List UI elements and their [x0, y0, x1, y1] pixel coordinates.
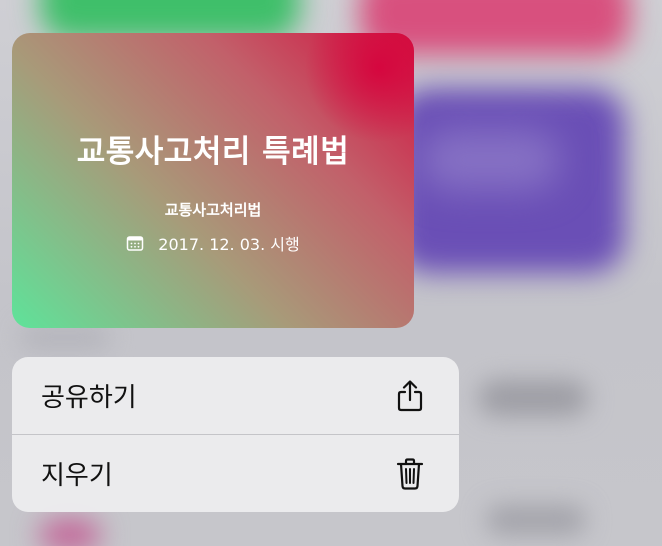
background-text-blur	[20, 325, 110, 350]
background-card-pink-small	[40, 520, 100, 546]
effective-date-row: 2017. 12. 03. 시행	[12, 231, 414, 255]
delete-menu-label: 지우기	[41, 461, 113, 491]
calendar-icon	[126, 234, 144, 252]
share-menu-label: 공유하기	[41, 383, 137, 413]
share-icon	[395, 379, 425, 413]
context-menu: 공유하기 지우기	[12, 357, 459, 512]
delete-menu-item[interactable]: 지우기	[12, 435, 459, 512]
background-text-blur	[486, 505, 586, 535]
law-title: 교통사고처리 특례법	[76, 134, 350, 170]
law-preview-card[interactable]: 교통사고처리 특례법 교통사고처리법 2017. 12. 03. 시행	[12, 33, 414, 328]
background-text-blur	[478, 380, 588, 416]
background-card-purple-text	[420, 130, 560, 190]
law-short-name: 교통사고처리법	[164, 201, 262, 219]
effective-date-text: 2017. 12. 03. 시행	[158, 235, 300, 254]
trash-icon	[395, 457, 425, 491]
share-menu-item[interactable]: 공유하기	[12, 357, 459, 434]
